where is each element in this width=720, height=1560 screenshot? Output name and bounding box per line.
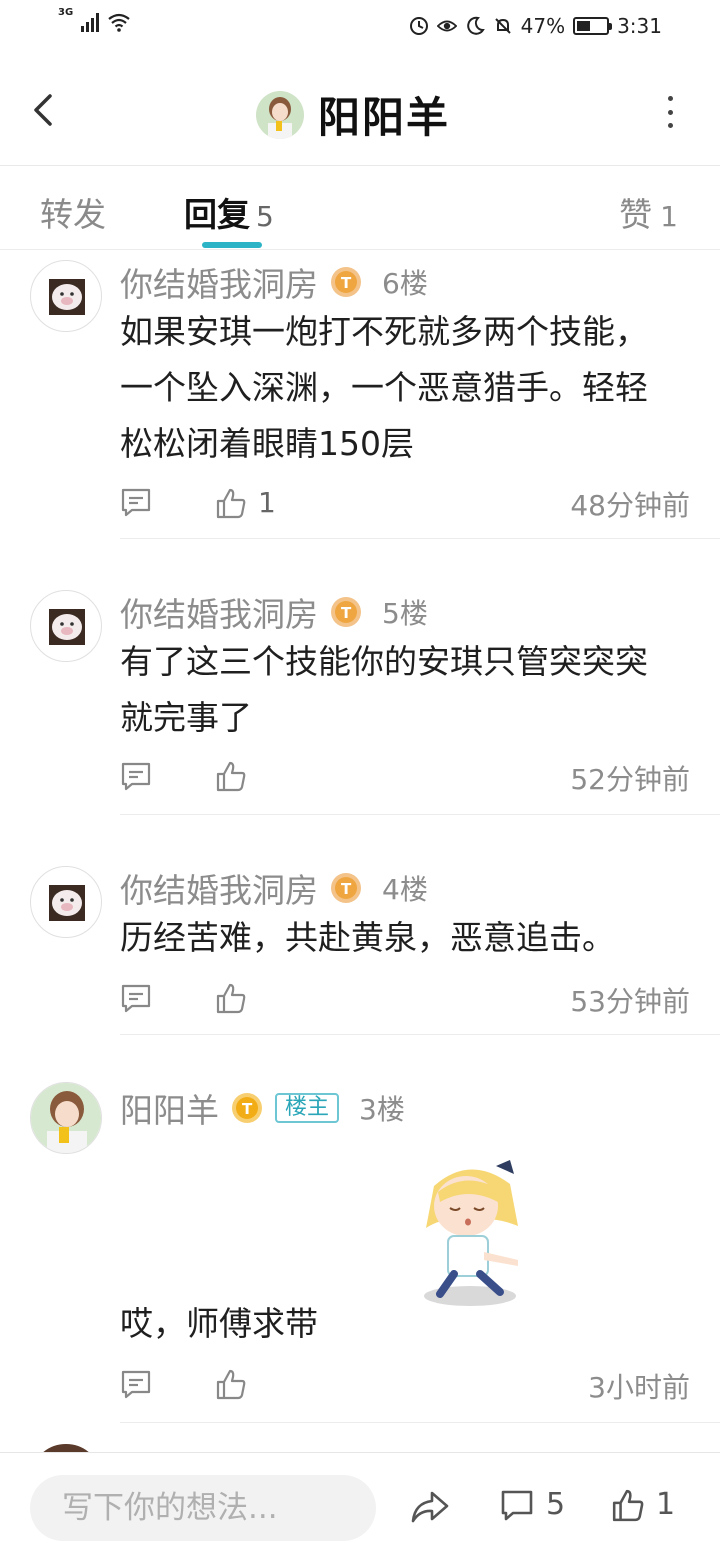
comment-input[interactable]: 写下你的想法... [30, 1475, 376, 1541]
comment-username[interactable]: 你结婚我洞房 [120, 864, 318, 912]
avatar[interactable] [30, 590, 102, 662]
owner-tag: 楼主 [275, 1093, 340, 1123]
battery-level [577, 21, 591, 31]
thumbs-up-icon [216, 1369, 246, 1400]
comment-icon [501, 1490, 533, 1520]
thumbs-up-icon [216, 983, 246, 1014]
like-button[interactable] [216, 760, 258, 792]
eye-comfort-icon [436, 20, 457, 32]
floor-number: 5楼 [382, 597, 428, 630]
comment-text: 如果安琪一炮打不死就多两个技能，一个坠入深渊，一个恶意猎手。轻轻松松闭着眼睛15… [120, 312, 648, 463]
header-user[interactable]: 阳阳羊 [256, 84, 450, 145]
comment-actions: 1 48分钟前 [120, 486, 690, 526]
comment-time: 48分钟前 [570, 489, 690, 522]
comment-text: 历经苦难，共赴黄泉，恶意追击。 [120, 918, 615, 957]
thumbs-up-icon [216, 488, 246, 518]
reply-count: 5 [256, 200, 274, 233]
reply-button[interactable] [120, 982, 152, 1014]
svg-text:T: T [341, 880, 352, 898]
active-tab-indicator [202, 242, 262, 248]
comment-actions: 3小时前 [120, 1368, 690, 1408]
avatar[interactable] [30, 1082, 102, 1154]
comment-time: 53分钟前 [570, 985, 690, 1018]
header: 阳阳羊 [0, 54, 720, 166]
floor-number: 3楼 [359, 1093, 405, 1126]
more-button[interactable] [666, 96, 674, 128]
level-badge-icon: T [331, 267, 361, 297]
divider [120, 1422, 720, 1423]
reply-button[interactable] [120, 1368, 152, 1400]
like-button[interactable] [216, 1368, 258, 1400]
reply-button[interactable] [120, 760, 152, 792]
like-count: 1 [258, 486, 276, 519]
header-avatar[interactable] [256, 90, 304, 139]
more-vertical-icon [667, 96, 673, 101]
bottom-bar: 写下你的想法... 5 1 [0, 1452, 720, 1560]
avatar[interactable] [30, 1444, 102, 1452]
divider [120, 538, 720, 539]
like-button[interactable] [216, 982, 258, 1014]
bottom-like-count: 1 [656, 1487, 676, 1522]
battery-percent: 47% [520, 14, 566, 38]
like-button[interactable]: 1 [216, 486, 276, 519]
comment-meta: 阳阳羊 T 楼主 3楼 [120, 1084, 405, 1132]
status-bar: 3G 47% 3:31 [0, 0, 720, 54]
tab-like[interactable]: 赞1 [619, 188, 678, 236]
thumbs-up-icon [612, 1489, 644, 1521]
bottom-comment-count: 5 [546, 1487, 566, 1522]
comment-meta: 你结婚我洞房 T 5楼 [120, 588, 428, 636]
comment-actions: 53分钟前 [120, 982, 690, 1022]
level-badge-icon: T [331, 873, 361, 903]
like-count-button[interactable]: 1 [612, 1487, 675, 1522]
comment-list: 你结婚我洞房 T 6楼 如果安琪一炮打不死就多两个技能，一个坠入深渊，一个恶意猎… [0, 252, 720, 1452]
comment-text: 有了这三个技能你的安琪只管突突突就完事了 [120, 642, 648, 737]
moon-icon [466, 16, 485, 35]
signal-icon [81, 12, 100, 32]
tab-reply[interactable]: 回复 5 [184, 188, 274, 236]
comment-username[interactable]: 你结婚我洞房 [120, 588, 318, 636]
svg-text:T: T [341, 274, 352, 292]
comment-actions: 52分钟前 [120, 760, 690, 800]
comment-username[interactable]: 你结婚我洞房 [120, 258, 318, 306]
avatar[interactable] [30, 866, 102, 938]
divider [120, 1034, 720, 1035]
svg-text:T: T [341, 604, 352, 622]
battery-icon [573, 17, 613, 35]
comment-time: 3小时前 [588, 1371, 690, 1404]
comment-meta: 你结婚我洞房 T 4楼 [120, 864, 428, 912]
mute-bell-icon [494, 18, 511, 34]
comment-time: 52分钟前 [570, 763, 690, 796]
like-count: 1 [660, 200, 678, 233]
floor-number: 6楼 [382, 267, 428, 300]
anime-sticker-image [424, 1160, 518, 1306]
data-saver-icon [409, 17, 428, 35]
status-right: 47% 3:31 [409, 14, 662, 38]
avatar[interactable] [30, 260, 102, 332]
comment-text: 哎，师傅求带 [120, 1304, 318, 1343]
level-badge-icon: T [232, 1093, 262, 1123]
clock: 3:31 [617, 14, 662, 38]
comment-username[interactable]: 阳阳羊 [120, 1084, 219, 1132]
svg-text:T: T [242, 1100, 253, 1118]
network-type: 3G [58, 7, 74, 18]
share-button[interactable] [410, 1489, 450, 1525]
divider [120, 814, 720, 815]
wifi-icon [108, 13, 130, 32]
floor-number: 4楼 [382, 873, 428, 906]
level-badge-icon: T [331, 597, 361, 627]
status-left: 3G [58, 8, 131, 32]
tab-bar: 转发 回复 5 赞1 [0, 166, 720, 250]
comment-count-button[interactable]: 5 [500, 1487, 565, 1522]
reply-button[interactable] [120, 486, 152, 518]
comment-meta: 你结婚我洞房 T 6楼 [120, 258, 428, 306]
tab-forward[interactable]: 转发 [40, 188, 106, 236]
back-button[interactable] [28, 90, 60, 130]
thumbs-up-icon [216, 761, 246, 792]
page-title: 阳阳羊 [318, 93, 451, 142]
